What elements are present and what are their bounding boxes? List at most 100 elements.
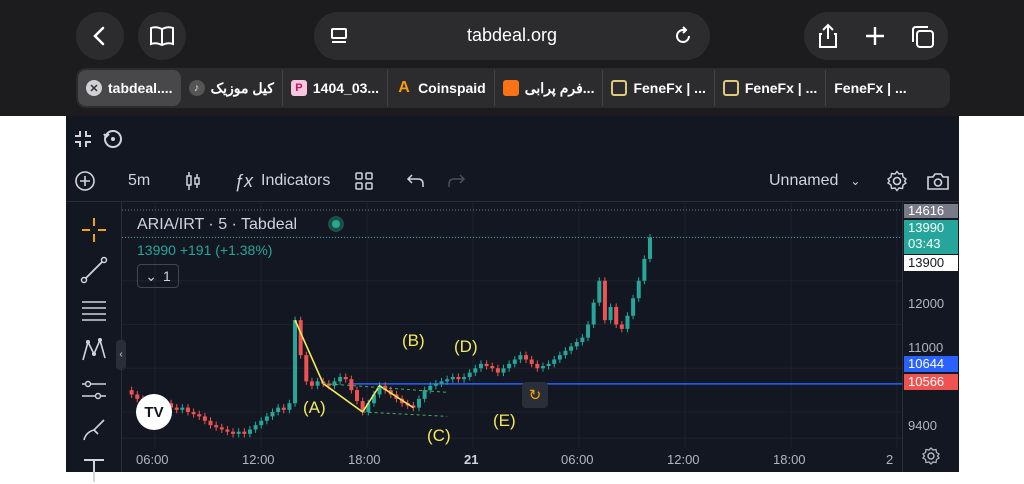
crosshair-icon[interactable] <box>78 214 110 246</box>
candle-body <box>529 359 534 364</box>
candle-body <box>343 377 348 380</box>
candle-body <box>422 390 427 399</box>
replay-icon[interactable] <box>102 128 124 150</box>
share-icon[interactable] <box>816 23 840 49</box>
tab-label: 1404_03... <box>312 80 380 96</box>
settings-button[interactable] <box>886 160 908 202</box>
candle-body <box>225 429 230 432</box>
time-tick: 12:00 <box>242 452 275 467</box>
price-tag-hline: 10644 <box>904 356 958 372</box>
candle-body <box>625 315 630 329</box>
tab-1404[interactable]: P 1404_03... <box>283 70 389 106</box>
pattern-label-e: (E) <box>493 411 516 430</box>
browser-actions <box>804 12 948 60</box>
fib-retracement-icon[interactable] <box>78 294 110 326</box>
tab-label: کیل موزیک <box>210 79 274 96</box>
collapse-count: 1 <box>162 268 171 284</box>
tab-fenefx-1[interactable]: FeneFx | ... <box>603 70 715 106</box>
redo-button[interactable] <box>446 160 466 202</box>
candle-body <box>467 372 472 377</box>
candle-body <box>242 431 247 434</box>
candle-body <box>478 363 483 369</box>
candle-body <box>332 381 337 386</box>
candle-body <box>507 363 512 369</box>
last-price: 13990 <box>908 220 945 235</box>
layout-name-button[interactable]: Unnamed ⌄ <box>769 160 860 202</box>
candle-body <box>619 324 624 329</box>
bar-countdown: 03:43 <box>908 236 941 251</box>
grid-icon <box>355 172 373 190</box>
forecast-tool-icon[interactable] <box>78 374 110 406</box>
snapshot-button[interactable] <box>926 160 950 202</box>
time-tick: 21 <box>464 452 479 467</box>
candle-body <box>501 368 506 373</box>
undo-button[interactable] <box>406 160 426 202</box>
candle-body <box>462 377 467 380</box>
candle-body <box>631 298 636 316</box>
p-icon: P <box>290 80 307 96</box>
back-button[interactable] <box>76 12 124 60</box>
time-tick: 06:00 <box>561 452 594 467</box>
candle-body <box>349 379 354 391</box>
chevron-down-icon: ⌄ <box>145 267 157 284</box>
pattern-channel-lower <box>362 411 448 417</box>
layouts-button[interactable] <box>354 160 374 202</box>
music-icon: ♪ <box>188 80 205 96</box>
pattern-tool-icon[interactable] <box>78 334 110 366</box>
candle-body <box>456 377 461 380</box>
candle-body <box>586 324 591 338</box>
reload-icon[interactable] <box>672 25 694 47</box>
candle-body <box>304 355 309 382</box>
candle-body <box>338 377 343 382</box>
price-scale[interactable]: 14616 13990 03:43 13900 12000 11000 1064… <box>902 202 959 472</box>
interval-button[interactable]: 5m <box>128 160 150 202</box>
pattern-label-c: (C) <box>427 426 451 445</box>
tab-fenefx-2[interactable]: FeneFx | ... <box>715 70 827 106</box>
tab-coinspaid[interactable]: A Coinspaid <box>388 70 495 106</box>
tab-music[interactable]: ♪ کیل موزیک <box>181 70 283 106</box>
price-tick: 12000 <box>908 296 945 311</box>
gear-icon <box>886 170 908 192</box>
indicator-collapse-button[interactable]: ⌄ 1 <box>137 264 179 288</box>
trend-line-icon[interactable] <box>78 254 110 286</box>
tab-tabdeal[interactable]: ✕ tabdeal.... <box>78 70 181 106</box>
candle-body <box>495 368 500 373</box>
drawing-toolbar: ‹ <box>66 202 126 482</box>
candle-body <box>202 416 207 421</box>
chart-pane[interactable]: ARIA/IRT · 5 · Tabdeal 13990 +191 (+1.38… <box>122 202 902 472</box>
reset-view-button[interactable]: ↻ <box>522 382 548 408</box>
add-symbol-button[interactable] <box>74 160 96 202</box>
candle-body <box>614 307 619 325</box>
tab-fenefx-3[interactable]: FeneFx | ... <box>826 70 914 106</box>
candle-body <box>355 390 360 402</box>
time-tick: 12:00 <box>667 452 700 467</box>
price-tag-last: 13990 03:43 <box>904 220 958 254</box>
new-tab-icon[interactable] <box>864 25 886 47</box>
brush-icon[interactable] <box>78 414 110 446</box>
candle-body <box>236 431 241 434</box>
tv-logo-icon: TV <box>144 403 164 421</box>
candle-body <box>552 359 557 364</box>
pattern-label-b: (B) <box>402 331 425 350</box>
tabs-overview-icon[interactable] <box>910 24 936 50</box>
chart-app: 5m ƒx Indicators Unnamed ⌄ ‹ ARIA/IRT · … <box>66 116 959 482</box>
bookmarks-button[interactable] <box>138 12 186 60</box>
candle-body <box>281 407 286 410</box>
chart-type-button[interactable] <box>184 160 202 202</box>
candle-body <box>208 420 213 426</box>
candle-body <box>276 407 281 412</box>
indicators-label: Indicators <box>261 172 331 189</box>
tab-form[interactable]: فرم پرابی... <box>495 70 604 106</box>
candle-body <box>490 366 495 369</box>
price-change: 13990 +191 (+1.38%) <box>137 242 273 258</box>
exit-fullscreen-icon[interactable] <box>74 130 92 148</box>
text-tool-icon[interactable] <box>78 452 110 484</box>
tradingview-logo[interactable]: TV <box>136 394 172 430</box>
address-bar[interactable]: tabdeal.org <box>314 12 710 60</box>
price-tick: 11000 <box>908 340 944 355</box>
close-icon[interactable]: ✕ <box>86 80 102 96</box>
price-tag-crosshair: 13900 <box>904 255 958 271</box>
indicators-button[interactable]: ƒx Indicators <box>234 160 330 202</box>
symbol-legend[interactable]: ARIA/IRT · 5 · Tabdeal <box>137 216 297 234</box>
scale-settings-button[interactable] <box>921 446 941 466</box>
